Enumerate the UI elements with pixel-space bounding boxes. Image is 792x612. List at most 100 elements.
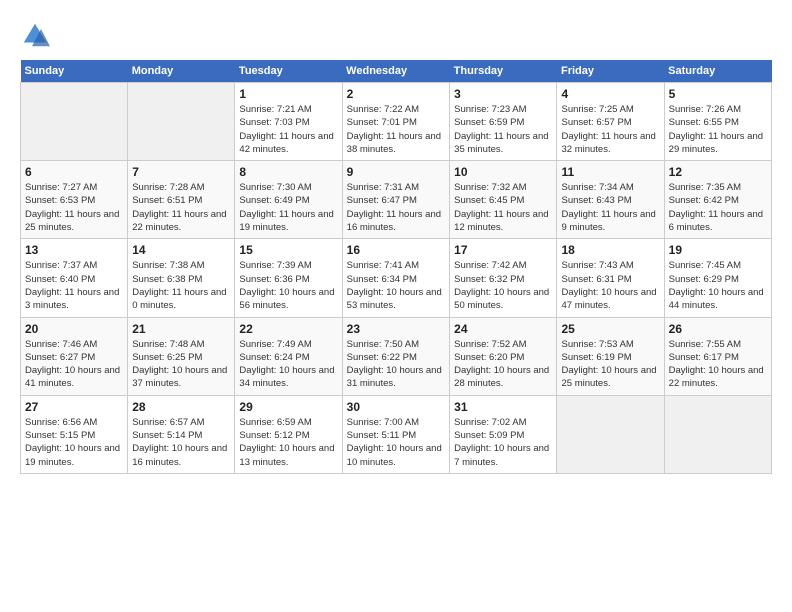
day-header-tuesday: Tuesday	[235, 60, 342, 83]
calendar-cell: 5 Sunrise: 7:26 AM Sunset: 6:55 PM Daylig…	[664, 83, 771, 161]
day-info: Sunrise: 7:55 AM Sunset: 6:17 PM Dayligh…	[669, 338, 767, 391]
day-info: Sunrise: 7:28 AM Sunset: 6:51 PM Dayligh…	[132, 181, 230, 234]
day-number: 17	[454, 243, 552, 257]
calendar-cell: 14 Sunrise: 7:38 AM Sunset: 6:38 PM Dayli…	[128, 239, 235, 317]
day-info: Sunrise: 6:59 AM Sunset: 5:12 PM Dayligh…	[239, 416, 337, 469]
day-number: 25	[561, 322, 659, 336]
calendar-cell: 25 Sunrise: 7:53 AM Sunset: 6:19 PM Dayli…	[557, 317, 664, 395]
day-number: 24	[454, 322, 552, 336]
calendar-cell	[664, 395, 771, 473]
day-number: 8	[239, 165, 337, 179]
calendar-body: 1Sunrise: 7:21 AM Sunset: 7:03 PM Daylig…	[21, 83, 772, 474]
calendar-cell: 7 Sunrise: 7:28 AM Sunset: 6:51 PM Daylig…	[128, 161, 235, 239]
calendar-week-1: 1Sunrise: 7:21 AM Sunset: 7:03 PM Daylig…	[21, 83, 772, 161]
day-number: 13	[25, 243, 123, 257]
calendar-cell: 22 Sunrise: 7:49 AM Sunset: 6:24 PM Dayli…	[235, 317, 342, 395]
calendar-cell: 15Sunrise: 7:39 AM Sunset: 6:36 PM Dayli…	[235, 239, 342, 317]
calendar-header: SundayMondayTuesdayWednesdayThursdayFrid…	[21, 60, 772, 83]
day-info: Sunrise: 7:27 AM Sunset: 6:53 PM Dayligh…	[25, 181, 123, 234]
calendar-cell: 18 Sunrise: 7:43 AM Sunset: 6:31 PM Dayli…	[557, 239, 664, 317]
day-info: Sunrise: 7:49 AM Sunset: 6:24 PM Dayligh…	[239, 338, 337, 391]
day-number: 7	[132, 165, 230, 179]
day-info: Sunrise: 7:00 AM Sunset: 5:11 PM Dayligh…	[347, 416, 445, 469]
calendar-week-4: 20Sunrise: 7:46 AM Sunset: 6:27 PM Dayli…	[21, 317, 772, 395]
day-number: 3	[454, 87, 552, 101]
calendar-cell: 16 Sunrise: 7:41 AM Sunset: 6:34 PM Dayli…	[342, 239, 449, 317]
day-number: 21	[132, 322, 230, 336]
day-number: 15	[239, 243, 337, 257]
day-number: 2	[347, 87, 445, 101]
calendar-cell: 3Sunrise: 7:23 AM Sunset: 6:59 PM Daylig…	[450, 83, 557, 161]
day-info: Sunrise: 7:34 AM Sunset: 6:43 PM Dayligh…	[561, 181, 659, 234]
calendar-cell: 6Sunrise: 7:27 AM Sunset: 6:53 PM Daylig…	[21, 161, 128, 239]
day-number: 29	[239, 400, 337, 414]
calendar-cell: 9Sunrise: 7:31 AM Sunset: 6:47 PM Daylig…	[342, 161, 449, 239]
day-info: Sunrise: 7:38 AM Sunset: 6:38 PM Dayligh…	[132, 259, 230, 312]
day-info: Sunrise: 7:41 AM Sunset: 6:34 PM Dayligh…	[347, 259, 445, 312]
calendar-cell: 4 Sunrise: 7:25 AM Sunset: 6:57 PM Daylig…	[557, 83, 664, 161]
day-info: Sunrise: 7:31 AM Sunset: 6:47 PM Dayligh…	[347, 181, 445, 234]
day-number: 5	[669, 87, 767, 101]
day-number: 16	[347, 243, 445, 257]
calendar-cell: 26 Sunrise: 7:55 AM Sunset: 6:17 PM Dayli…	[664, 317, 771, 395]
day-number: 22	[239, 322, 337, 336]
day-info: Sunrise: 7:26 AM Sunset: 6:55 PM Dayligh…	[669, 103, 767, 156]
day-info: Sunrise: 7:02 AM Sunset: 5:09 PM Dayligh…	[454, 416, 552, 469]
day-info: Sunrise: 7:53 AM Sunset: 6:19 PM Dayligh…	[561, 338, 659, 391]
day-header-wednesday: Wednesday	[342, 60, 449, 83]
day-info: Sunrise: 7:22 AM Sunset: 7:01 PM Dayligh…	[347, 103, 445, 156]
day-number: 31	[454, 400, 552, 414]
calendar-cell: 28Sunrise: 6:57 AM Sunset: 5:14 PM Dayli…	[128, 395, 235, 473]
day-info: Sunrise: 7:32 AM Sunset: 6:45 PM Dayligh…	[454, 181, 552, 234]
day-info: Sunrise: 7:30 AM Sunset: 6:49 PM Dayligh…	[239, 181, 337, 234]
day-number: 14	[132, 243, 230, 257]
day-info: Sunrise: 7:43 AM Sunset: 6:31 PM Dayligh…	[561, 259, 659, 312]
day-number: 30	[347, 400, 445, 414]
day-header-friday: Friday	[557, 60, 664, 83]
day-info: Sunrise: 7:50 AM Sunset: 6:22 PM Dayligh…	[347, 338, 445, 391]
calendar-cell: 31 Sunrise: 7:02 AM Sunset: 5:09 PM Dayli…	[450, 395, 557, 473]
calendar-cell: 27 Sunrise: 6:56 AM Sunset: 5:15 PM Dayli…	[21, 395, 128, 473]
day-info: Sunrise: 7:45 AM Sunset: 6:29 PM Dayligh…	[669, 259, 767, 312]
day-header-sunday: Sunday	[21, 60, 128, 83]
calendar-cell: 2 Sunrise: 7:22 AM Sunset: 7:01 PM Daylig…	[342, 83, 449, 161]
day-info: Sunrise: 7:46 AM Sunset: 6:27 PM Dayligh…	[25, 338, 123, 391]
calendar-cell: 20Sunrise: 7:46 AM Sunset: 6:27 PM Dayli…	[21, 317, 128, 395]
day-number: 19	[669, 243, 767, 257]
logo	[20, 20, 54, 50]
header-row: SundayMondayTuesdayWednesdayThursdayFrid…	[21, 60, 772, 83]
day-info: Sunrise: 7:48 AM Sunset: 6:25 PM Dayligh…	[132, 338, 230, 391]
calendar-cell: 1Sunrise: 7:21 AM Sunset: 7:03 PM Daylig…	[235, 83, 342, 161]
day-info: Sunrise: 7:25 AM Sunset: 6:57 PM Dayligh…	[561, 103, 659, 156]
day-number: 26	[669, 322, 767, 336]
day-number: 12	[669, 165, 767, 179]
day-info: Sunrise: 7:42 AM Sunset: 6:32 PM Dayligh…	[454, 259, 552, 312]
day-number: 11	[561, 165, 659, 179]
day-header-saturday: Saturday	[664, 60, 771, 83]
day-info: Sunrise: 7:37 AM Sunset: 6:40 PM Dayligh…	[25, 259, 123, 312]
calendar-cell	[128, 83, 235, 161]
calendar-cell: 13 Sunrise: 7:37 AM Sunset: 6:40 PM Dayli…	[21, 239, 128, 317]
day-info: Sunrise: 7:35 AM Sunset: 6:42 PM Dayligh…	[669, 181, 767, 234]
calendar-cell: 12 Sunrise: 7:35 AM Sunset: 6:42 PM Dayli…	[664, 161, 771, 239]
day-number: 28	[132, 400, 230, 414]
calendar-cell: 24 Sunrise: 7:52 AM Sunset: 6:20 PM Dayli…	[450, 317, 557, 395]
day-number: 10	[454, 165, 552, 179]
day-number: 23	[347, 322, 445, 336]
day-number: 18	[561, 243, 659, 257]
calendar-cell: 8 Sunrise: 7:30 AM Sunset: 6:49 PM Daylig…	[235, 161, 342, 239]
calendar-week-5: 27 Sunrise: 6:56 AM Sunset: 5:15 PM Dayli…	[21, 395, 772, 473]
day-number: 27	[25, 400, 123, 414]
calendar-cell: 30 Sunrise: 7:00 AM Sunset: 5:11 PM Dayli…	[342, 395, 449, 473]
calendar-week-2: 6Sunrise: 7:27 AM Sunset: 6:53 PM Daylig…	[21, 161, 772, 239]
calendar-cell: 17 Sunrise: 7:42 AM Sunset: 6:32 PM Dayli…	[450, 239, 557, 317]
day-header-monday: Monday	[128, 60, 235, 83]
day-number: 4	[561, 87, 659, 101]
calendar-cell: 19 Sunrise: 7:45 AM Sunset: 6:29 PM Dayli…	[664, 239, 771, 317]
calendar-cell: 29 Sunrise: 6:59 AM Sunset: 5:12 PM Dayli…	[235, 395, 342, 473]
day-info: Sunrise: 7:52 AM Sunset: 6:20 PM Dayligh…	[454, 338, 552, 391]
calendar-week-3: 13 Sunrise: 7:37 AM Sunset: 6:40 PM Dayli…	[21, 239, 772, 317]
calendar-cell: 11 Sunrise: 7:34 AM Sunset: 6:43 PM Dayli…	[557, 161, 664, 239]
day-info: Sunrise: 6:56 AM Sunset: 5:15 PM Dayligh…	[25, 416, 123, 469]
calendar-cell: 21 Sunrise: 7:48 AM Sunset: 6:25 PM Dayli…	[128, 317, 235, 395]
